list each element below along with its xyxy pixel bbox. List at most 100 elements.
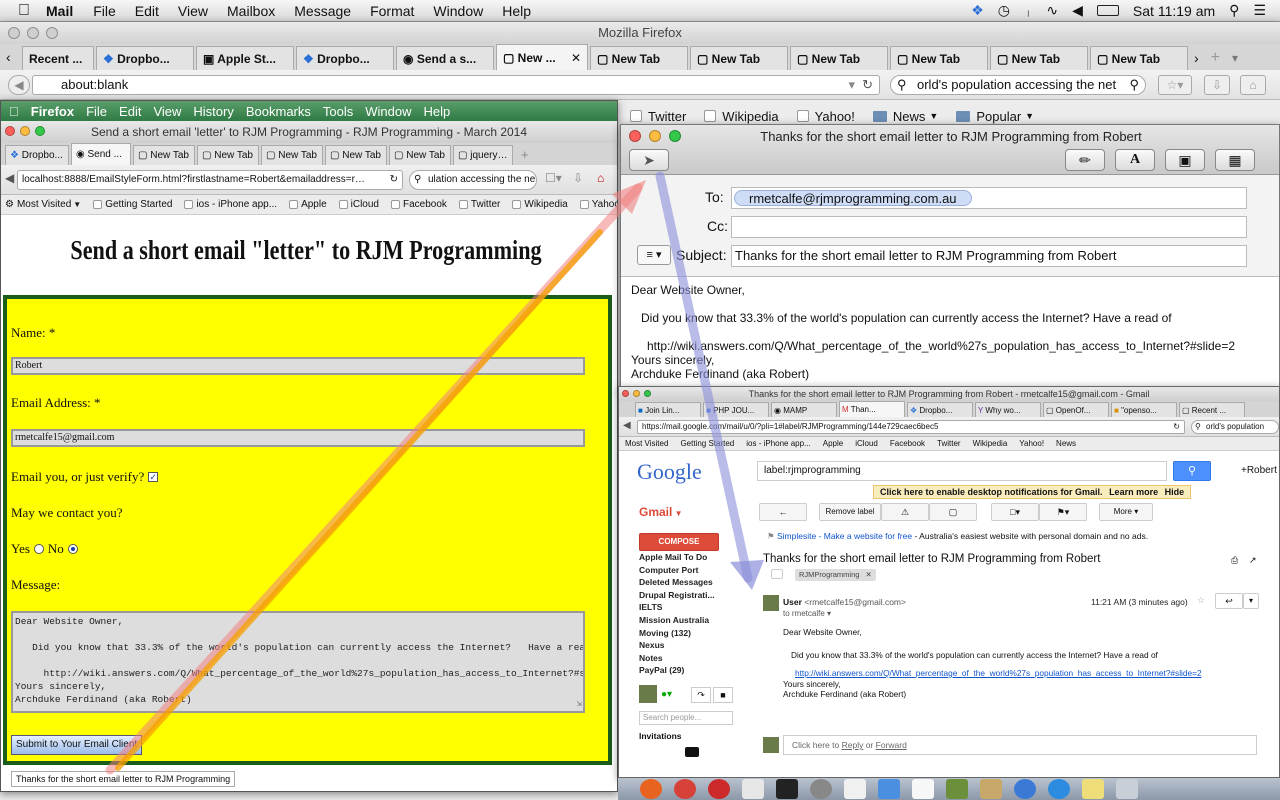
- bookmark-twitter[interactable]: Twitter: [937, 439, 961, 448]
- gmail-tab-why[interactable]: Y Why wo...: [975, 402, 1041, 417]
- zoom-button[interactable]: [644, 390, 651, 397]
- enable-notifications-link[interactable]: Click here to enable desktop notificatio…: [880, 487, 1103, 497]
- inner-tab-dropbox[interactable]: ❖ Dropbo...: [5, 145, 69, 165]
- menu-edit[interactable]: Edit: [135, 3, 159, 19]
- gmail-tab-dropbox[interactable]: ❖ Dropbo...: [907, 402, 973, 417]
- inner-app-menu[interactable]: Firefox: [31, 104, 74, 119]
- inner-tab-new-3[interactable]: ▢ New Tab: [261, 145, 323, 165]
- chat-bubble-icon[interactable]: [685, 747, 699, 757]
- submit-button[interactable]: Submit to Your Email Client: [11, 735, 143, 755]
- home-icon[interactable]: ⌂: [1240, 75, 1266, 95]
- bookmark-twitter[interactable]: Twitter: [630, 109, 686, 124]
- folder-item[interactable]: IELTS: [639, 601, 749, 614]
- back-button[interactable]: ◀: [5, 171, 14, 185]
- remove-label-button[interactable]: Remove label: [819, 503, 881, 521]
- dropbox-tray-icon[interactable]: ❖: [971, 2, 984, 19]
- calendar-dock-icon[interactable]: [912, 779, 934, 799]
- volume-icon[interactable]: ◀: [1072, 2, 1083, 19]
- outer-tab-new-3[interactable]: ▢ New Tab: [790, 46, 888, 70]
- labels-button[interactable]: ⚑▾: [1039, 503, 1087, 521]
- folder-item[interactable]: Nexus: [639, 639, 749, 652]
- finder-dock-icon[interactable]: [878, 779, 900, 799]
- zoom-button[interactable]: [35, 126, 45, 136]
- sender-name[interactable]: User: [783, 597, 802, 607]
- outer-tab-apple-store[interactable]: ▣ Apple St...: [196, 46, 294, 70]
- bookmark-ios[interactable]: ios - iPhone app...: [746, 439, 810, 448]
- minimize-button[interactable]: [27, 27, 39, 39]
- back-button[interactable]: ◀: [8, 75, 30, 95]
- print-icon[interactable]: ⎙: [1231, 555, 1238, 566]
- user-link[interactable]: +Robert: [1241, 465, 1277, 476]
- close-icon[interactable]: ✕: [865, 570, 871, 579]
- gmail-tab-php[interactable]: ■ PHP JOU...: [703, 402, 769, 417]
- label-checkbox[interactable]: [771, 569, 783, 579]
- inner-menu-edit[interactable]: Edit: [119, 104, 141, 119]
- yes-radio[interactable]: [33, 544, 44, 554]
- more-button[interactable]: More ▾: [1099, 503, 1153, 521]
- outer-tab-active-new[interactable]: ▢ New ... ✕: [496, 44, 588, 70]
- folder-item[interactable]: PayPal (29): [639, 664, 749, 677]
- outer-tab-new-6[interactable]: ▢ New Tab: [1090, 46, 1188, 70]
- bookmark-facebook[interactable]: Facebook: [890, 439, 925, 448]
- bookmark-icloud[interactable]: iCloud: [338, 199, 379, 210]
- message-textarea[interactable]: Dear Website Owner, Did you know that 33…: [11, 611, 585, 713]
- close-button[interactable]: [5, 126, 15, 136]
- chrome-dock-icon[interactable]: [674, 779, 696, 799]
- folder-item[interactable]: Drupal Registrati...: [639, 589, 749, 602]
- bookmark-folder-popular[interactable]: Popular ▼: [956, 109, 1034, 124]
- app-menu-mail[interactable]: Mail: [46, 3, 73, 19]
- bookmark-most-visited[interactable]: ⚙ Most Visited ▼: [5, 199, 81, 210]
- tab-list-icon[interactable]: ▾: [1232, 46, 1238, 70]
- url-dropdown-icon[interactable]: ▾: [848, 76, 855, 94]
- bookmark-wikipedia[interactable]: Wikipedia: [973, 439, 1008, 448]
- menu-help[interactable]: Help: [502, 3, 531, 19]
- report-spam-button[interactable]: ⚠: [881, 503, 929, 521]
- opera-dock-icon[interactable]: [708, 779, 730, 799]
- back-to-list-button[interactable]: ←: [759, 503, 807, 521]
- inner-tab-new-2[interactable]: ▢ New Tab: [197, 145, 259, 165]
- gmail-tab-linkedin[interactable]: ■ Join Lin...: [635, 402, 701, 417]
- move-to-button[interactable]: □▾: [991, 503, 1039, 521]
- online-status-icon[interactable]: ●▾: [661, 689, 672, 700]
- bookmark-most-visited[interactable]: Most Visited: [625, 439, 668, 448]
- menu-mailbox[interactable]: Mailbox: [227, 3, 275, 19]
- back-button[interactable]: ◀: [623, 420, 631, 431]
- menu-format[interactable]: Format: [370, 3, 414, 19]
- menu-message[interactable]: Message: [294, 3, 351, 19]
- reply-link[interactable]: Reply: [842, 740, 864, 750]
- bookmark-getting-started[interactable]: Getting Started: [93, 199, 172, 210]
- email-input[interactable]: rmetcalfe15@gmail.com: [11, 429, 585, 447]
- app-store-dock-icon[interactable]: [1048, 779, 1070, 799]
- trash-dock-icon[interactable]: [1116, 779, 1138, 799]
- call-phone-icon[interactable]: ↷: [691, 687, 711, 703]
- new-window-icon[interactable]: ↗: [1249, 555, 1257, 566]
- bookmark-twitter[interactable]: Twitter: [458, 199, 500, 210]
- learn-more-link[interactable]: Learn more: [1109, 487, 1158, 497]
- star-icon[interactable]: ☆: [1197, 595, 1205, 606]
- outer-tab-recent[interactable]: Recent ...: [22, 46, 94, 70]
- photos-dock-icon[interactable]: [946, 779, 968, 799]
- battery-icon[interactable]: [1096, 5, 1119, 16]
- inner-tab-jquery[interactable]: ▢ jquery -...: [453, 145, 513, 165]
- minimize-button[interactable]: [633, 390, 640, 397]
- bookmark-star-icon[interactable]: ☆▾: [1158, 75, 1192, 95]
- gmail-tab-openso[interactable]: ■ "openso...: [1111, 402, 1177, 417]
- bookmark-yahoo[interactable]: Yahoo!: [796, 109, 855, 124]
- menu-window[interactable]: Window: [433, 3, 483, 19]
- inner-menu-help[interactable]: Help: [424, 104, 451, 119]
- bookmark-wikipedia[interactable]: Wikipedia: [512, 199, 568, 210]
- gmail-search-button[interactable]: ⚲: [1173, 461, 1211, 481]
- hide-link[interactable]: Hide: [1165, 487, 1185, 497]
- outer-tab-dropbox-2[interactable]: ❖ Dropbo...: [296, 46, 394, 70]
- folder-item[interactable]: Deleted Messages: [639, 576, 749, 589]
- forward-link[interactable]: Forward: [876, 740, 907, 750]
- menu-view[interactable]: View: [178, 3, 208, 19]
- compose-body[interactable]: Dear Website Owner, Did you know that 33…: [621, 277, 1279, 393]
- bookmark-star-icon[interactable]: ☐▾: [545, 171, 562, 185]
- inner-url-bar[interactable]: localhost:8888/EmailStyleForm.html?first…: [17, 170, 403, 190]
- firefox-dock-icon[interactable]: [640, 779, 662, 799]
- no-radio[interactable]: [67, 544, 78, 554]
- folder-item[interactable]: Computer Port: [639, 564, 749, 577]
- home-icon[interactable]: ⌂: [597, 171, 604, 185]
- wifi-icon[interactable]: ∿: [1046, 2, 1058, 19]
